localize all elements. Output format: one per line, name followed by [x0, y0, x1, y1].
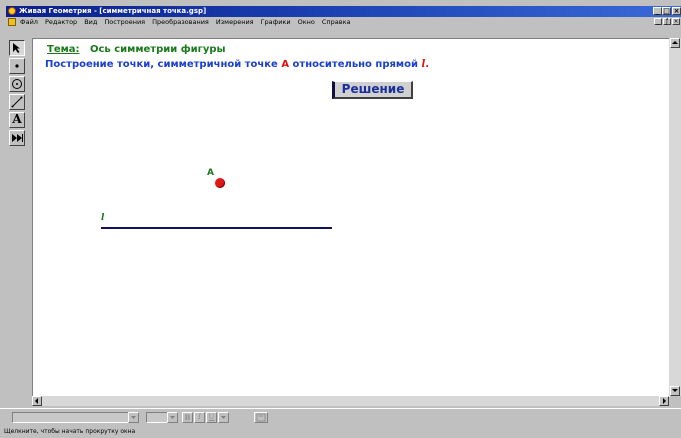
- solution-button[interactable]: Решение: [332, 81, 413, 99]
- window-title: Живая Геометрия - [симметричная точка.gs…: [19, 7, 207, 15]
- custom-tool-icon: [12, 134, 23, 142]
- font-size-dropdown-button[interactable]: [167, 412, 178, 423]
- chevron-down-icon: [170, 416, 175, 419]
- menu-file[interactable]: Файл: [20, 17, 38, 27]
- font-family-select[interactable]: [12, 412, 139, 423]
- menu-list: Файл Редактор Вид Построения Преобразова…: [20, 17, 351, 27]
- text-tool-icon: A: [12, 112, 22, 126]
- status-bar: Щелкните, чтобы начать прокрутку окна: [0, 426, 681, 438]
- arrow-down-icon: [672, 389, 678, 392]
- arrow-up-icon: [672, 41, 678, 44]
- menu-transform[interactable]: Преобразования: [152, 17, 209, 27]
- chevron-down-icon: [131, 416, 136, 419]
- scroll-up-button[interactable]: [670, 38, 680, 48]
- scroll-down-button[interactable]: [670, 386, 680, 396]
- menu-construct[interactable]: Построения: [104, 17, 145, 27]
- italic-button[interactable]: I: [194, 412, 205, 423]
- doc-minimize-button[interactable]: _: [654, 18, 662, 25]
- line-l[interactable]: [101, 227, 332, 229]
- custom-tool[interactable]: [9, 130, 25, 146]
- doc-close-button[interactable]: ×: [672, 18, 680, 25]
- menu-view[interactable]: Вид: [84, 17, 97, 27]
- straightedge-icon: [11, 96, 23, 108]
- arrow-right-icon: [663, 398, 666, 404]
- chevron-down-icon: [221, 416, 226, 419]
- task-end: .: [425, 59, 430, 70]
- vertical-scrollbar[interactable]: [669, 38, 681, 396]
- task-prefix: Построение точки, симметричной точке: [45, 59, 282, 70]
- line-l-label[interactable]: l: [101, 213, 104, 223]
- symbol-palette-icon: [256, 413, 266, 422]
- status-text: Щелкните, чтобы начать прокрутку окна: [4, 428, 136, 435]
- arrow-select-tool[interactable]: [9, 40, 25, 56]
- topic-label: Тема:: [47, 44, 80, 55]
- bold-button[interactable]: B: [182, 412, 193, 423]
- doc-restore-button[interactable]: ƒ: [663, 18, 671, 25]
- topic-text: Ось симметрии фигуры: [89, 44, 226, 55]
- arrow-left-icon: [35, 398, 38, 404]
- arrow-select-icon: [13, 43, 20, 53]
- symbol-palette-button[interactable]: [254, 412, 268, 423]
- menu-bar: Файл Редактор Вид Построения Преобразова…: [6, 17, 681, 27]
- task-middle: относительно прямой: [289, 59, 422, 70]
- point-a[interactable]: [215, 178, 225, 188]
- color-button[interactable]: [218, 412, 229, 423]
- point-a-label[interactable]: A: [207, 168, 214, 178]
- maximize-button[interactable]: □: [662, 7, 671, 15]
- menu-window[interactable]: Окно: [298, 17, 315, 27]
- scroll-left-button[interactable]: [32, 396, 42, 406]
- title-bar[interactable]: Живая Геометрия - [симметричная точка.gs…: [6, 6, 681, 17]
- minimize-button[interactable]: _: [653, 7, 662, 15]
- compass-tool[interactable]: [9, 76, 25, 92]
- compass-circle-icon: [12, 79, 22, 89]
- toolbox: A: [6, 40, 27, 148]
- menu-graph[interactable]: Графики: [261, 17, 291, 27]
- straightedge-tool[interactable]: [9, 94, 25, 110]
- point-tool[interactable]: [9, 58, 25, 74]
- scroll-right-button[interactable]: [659, 396, 669, 406]
- close-button[interactable]: ×: [672, 7, 681, 15]
- topic-heading: Тема: Ось симметрии фигуры: [47, 44, 226, 55]
- horizontal-scrollbar[interactable]: [32, 396, 669, 406]
- task-statement: Построение точки, симметричной точке А о…: [45, 59, 429, 70]
- underline-button[interactable]: U: [206, 412, 217, 423]
- app-icon[interactable]: [8, 7, 16, 15]
- menu-edit[interactable]: Редактор: [45, 17, 77, 27]
- text-tool[interactable]: A: [9, 112, 25, 128]
- text-format-bar: B I U: [0, 408, 681, 426]
- menu-measure[interactable]: Измерения: [216, 17, 254, 27]
- font-family-dropdown-button[interactable]: [128, 412, 139, 423]
- document-icon[interactable]: [8, 18, 16, 26]
- point-tool-icon: [15, 64, 19, 68]
- task-point-name: А: [281, 59, 290, 70]
- menu-help[interactable]: Справка: [322, 17, 351, 27]
